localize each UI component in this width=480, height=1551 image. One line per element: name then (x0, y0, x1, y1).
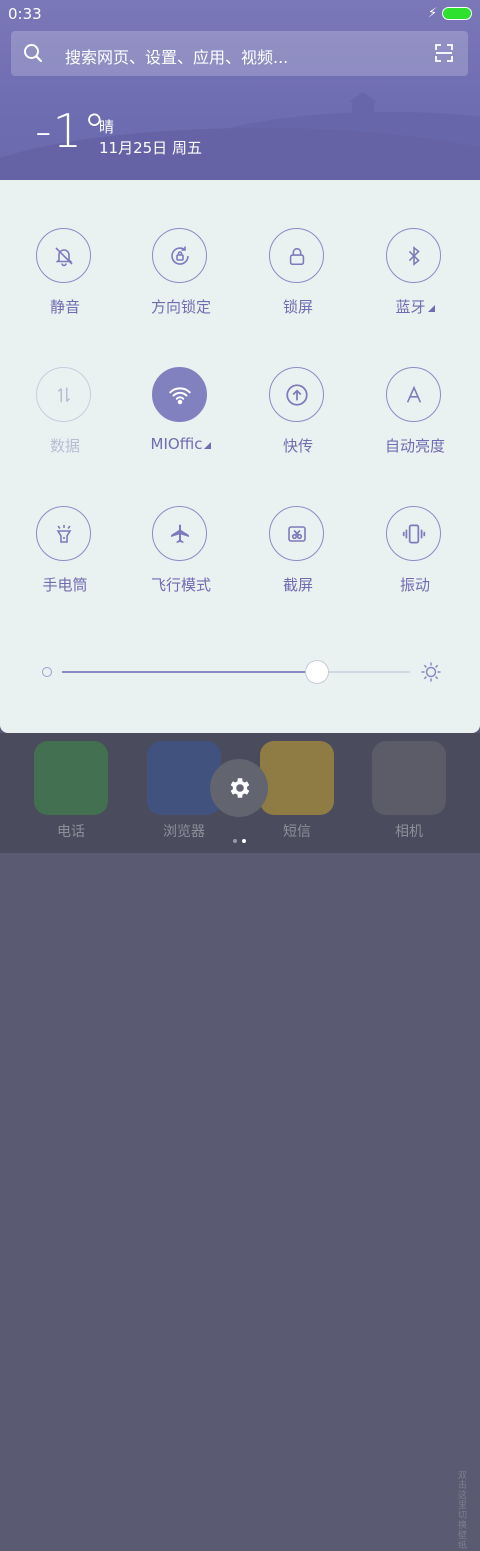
lock-icon (269, 228, 324, 283)
auto-brightness-icon (386, 367, 441, 422)
weather-condition: 晴 (99, 118, 115, 136)
bluetooth-icon (386, 228, 441, 283)
wifi-icon (152, 367, 207, 422)
settings-button[interactable] (210, 759, 268, 817)
search-bar[interactable]: 搜索网页、设置、应用、视频... (11, 31, 468, 76)
page-dot (233, 839, 237, 843)
brightness-track[interactable] (62, 660, 410, 684)
battery-icon (442, 7, 472, 20)
toggle-label: 飞行模式 (150, 576, 211, 594)
quick-settings-panel: 静音 方向锁定 锁屏 蓝牙 数据 MIOffic 快传 自动亮度 手电筒 飞行模… (0, 180, 480, 733)
status-time: 0:33 (8, 5, 42, 23)
toggle-label: 蓝牙 (357, 296, 473, 317)
page-dot-active (242, 839, 246, 843)
toggle-label: 方向锁定 (150, 298, 211, 316)
rotation-lock-icon (152, 228, 207, 283)
app-label: 浏览器 (163, 824, 205, 840)
scan-icon[interactable] (434, 43, 454, 63)
house-decoration (349, 92, 377, 116)
messages-app-icon[interactable] (260, 741, 334, 815)
toggle-vibrate[interactable]: 振动 (357, 506, 473, 616)
expand-corner-icon (204, 442, 212, 449)
app-label: 电话 (57, 824, 85, 840)
toggle-lock-screen[interactable]: 锁屏 (240, 228, 356, 338)
phone-app-icon[interactable] (34, 741, 108, 815)
screenshot-icon (269, 506, 324, 561)
toggle-quick-transfer[interactable]: 快传 (240, 367, 356, 477)
toggle-label: 快传 (282, 437, 313, 455)
toggle-label: 截屏 (282, 576, 313, 594)
toggle-screenshot[interactable]: 截屏 (240, 506, 356, 616)
weather-date: 11月25日 周五 (99, 139, 202, 157)
toggle-mute[interactable]: 静音 (7, 228, 123, 338)
airplane-icon (152, 506, 207, 561)
toggle-rotation-lock[interactable]: 方向锁定 (123, 228, 239, 338)
vibrate-icon (386, 506, 441, 561)
toggle-label: 振动 (399, 576, 430, 594)
page-indicator (233, 828, 251, 847)
toggle-wifi[interactable]: MIOffic (123, 367, 239, 477)
brightness-fill (62, 671, 317, 673)
toggle-flashlight[interactable]: 手电筒 (7, 506, 123, 616)
toggle-label: 手电筒 (42, 576, 88, 594)
expand-corner-icon (427, 305, 435, 312)
bell-off-icon (36, 228, 91, 283)
flashlight-icon (36, 506, 91, 561)
camera-app-icon[interactable] (372, 741, 446, 815)
app-label: 短信 (283, 824, 311, 840)
toggle-bluetooth[interactable]: 蓝牙 (357, 228, 473, 338)
gear-icon (230, 778, 250, 798)
brightness-knob[interactable] (305, 660, 330, 684)
wallpaper-hint[interactable]: 双击这里切换壁纸 (458, 1471, 474, 1551)
charging-icon: ⚡ (428, 6, 438, 21)
brightness-high-icon (421, 662, 441, 682)
toggle-label: MIOffic (123, 435, 239, 453)
data-arrows-icon (36, 367, 91, 422)
toggle-mobile-data[interactable]: 数据 (7, 367, 123, 477)
toggle-label: 自动亮度 (384, 437, 445, 455)
upload-icon (269, 367, 324, 422)
app-label: 相机 (395, 824, 423, 840)
temperature: -1° (35, 104, 107, 158)
search-icon (24, 44, 43, 63)
toggle-airplane-mode[interactable]: 飞行模式 (123, 506, 239, 616)
browser-app-icon[interactable] (147, 741, 221, 815)
toggle-auto-brightness[interactable]: 自动亮度 (357, 367, 473, 477)
toggle-label: 静音 (49, 298, 80, 316)
search-placeholder: 搜索网页、设置、应用、视频... (65, 48, 289, 67)
status-bar: 0:33 ⚡ (0, 0, 480, 28)
brightness-low-icon (42, 667, 52, 677)
brightness-slider[interactable] (0, 658, 480, 688)
toggle-label: 锁屏 (282, 298, 313, 316)
toggle-label: 数据 (49, 437, 80, 455)
